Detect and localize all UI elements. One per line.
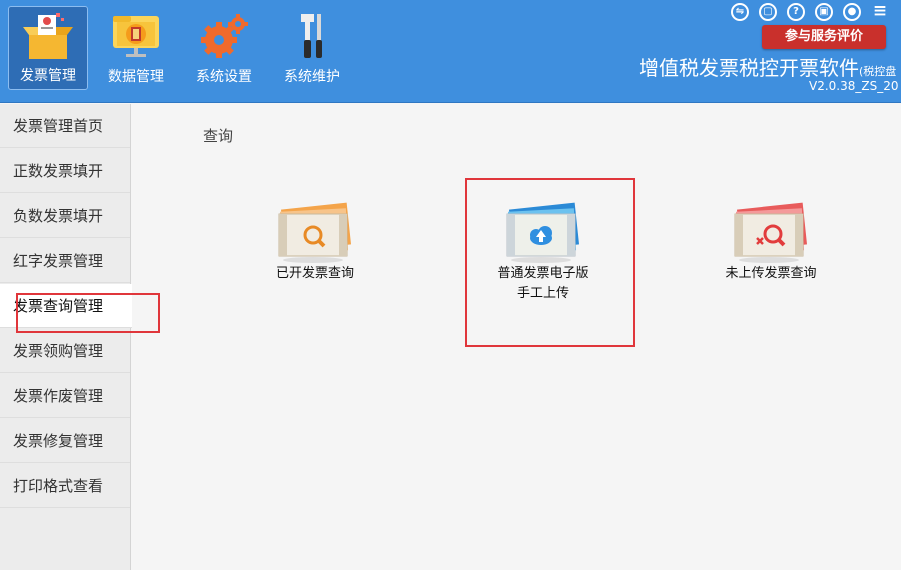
nav-invoice-management[interactable]: 发票管理 [8,6,88,90]
sidebar: 发票管理首页 正数发票填开 负数发票填开 红字发票管理 发票查询管理 发票领购管… [0,104,132,570]
tile-label: 普通发票电子版 [497,266,589,281]
window-icons: ⇋ ▢ ? ▣ ● ≡ [731,3,889,21]
help-icon[interactable]: ? [787,3,805,21]
sidebar-item-invoice-void[interactable]: 发票作废管理 [0,374,130,418]
nav-system-settings[interactable]: 系统设置 [188,6,260,90]
invoice-search-icon [278,202,352,263]
sidebar-item-negative-invoice[interactable]: 负数发票填开 [0,194,130,238]
sidebar-item-invoice-repair[interactable]: 发票修复管理 [0,419,130,463]
app-title: 增值税发票税控开票软件(税控盘 [639,52,901,81]
feedback-icon[interactable]: ▢ [759,3,777,21]
nav-system-maintenance[interactable]: 系统维护 [276,6,348,90]
tools-icon [301,14,322,58]
invoice-cloud-upload-icon [506,202,580,263]
sidebar-item-home[interactable]: 发票管理首页 [0,104,130,148]
tile-e-invoice-upload[interactable]: 普通发票电子版 手工上传 [478,200,608,304]
tile-label: 未上传发票查询 [725,266,817,281]
menu-icon[interactable]: ≡ [871,3,889,21]
app-title-text: 增值税发票税控开票软件 [639,56,859,80]
lock-icon[interactable]: ▣ [815,3,833,21]
tile-unuploaded-invoice-query[interactable]: 未上传发票查询 [706,200,836,284]
tile-label-line2: 手工上传 [516,286,569,301]
nav-label: 系统设置 [196,69,252,85]
user-icon[interactable]: ● [843,3,861,21]
nav-data-management[interactable]: 数据管理 [100,6,172,90]
sidebar-item-print-format[interactable]: 打印格式查看 [0,464,130,508]
sidebar-item-invoice-purchase[interactable]: 发票领购管理 [0,329,130,373]
gears-icon [201,14,248,58]
rate-service-button[interactable]: 参与服务评价 [762,25,886,49]
tile-label: 已开发票查询 [275,266,354,281]
app-version: V2.0.38_ZS_20 [809,79,899,93]
section-title: 查询 [203,127,234,145]
sidebar-item-positive-invoice[interactable]: 正数发票填开 [0,149,130,193]
tile-issued-invoice-query[interactable]: 已开发票查询 [250,200,380,284]
sidebar-item-red-invoice[interactable]: 红字发票管理 [0,239,130,283]
sidebar-item-invoice-query[interactable]: 发票查询管理 [0,284,132,328]
folder-monitor-icon [113,16,159,57]
nav-label: 数据管理 [108,69,164,85]
nav-label: 发票管理 [20,68,76,84]
invoice-unuploaded-search-icon [734,202,808,263]
invoice-box-icon [23,13,73,59]
nav-label: 系统维护 [284,69,340,85]
switch-icon[interactable]: ⇋ [731,3,749,21]
app-title-suffix: (税控盘 [859,65,897,78]
top-toolbar: 发票管理 数据管理 系统设置 系统维护 ⇋ ▢ ? ▣ ● ≡ 参与服务评价 增… [0,0,901,103]
